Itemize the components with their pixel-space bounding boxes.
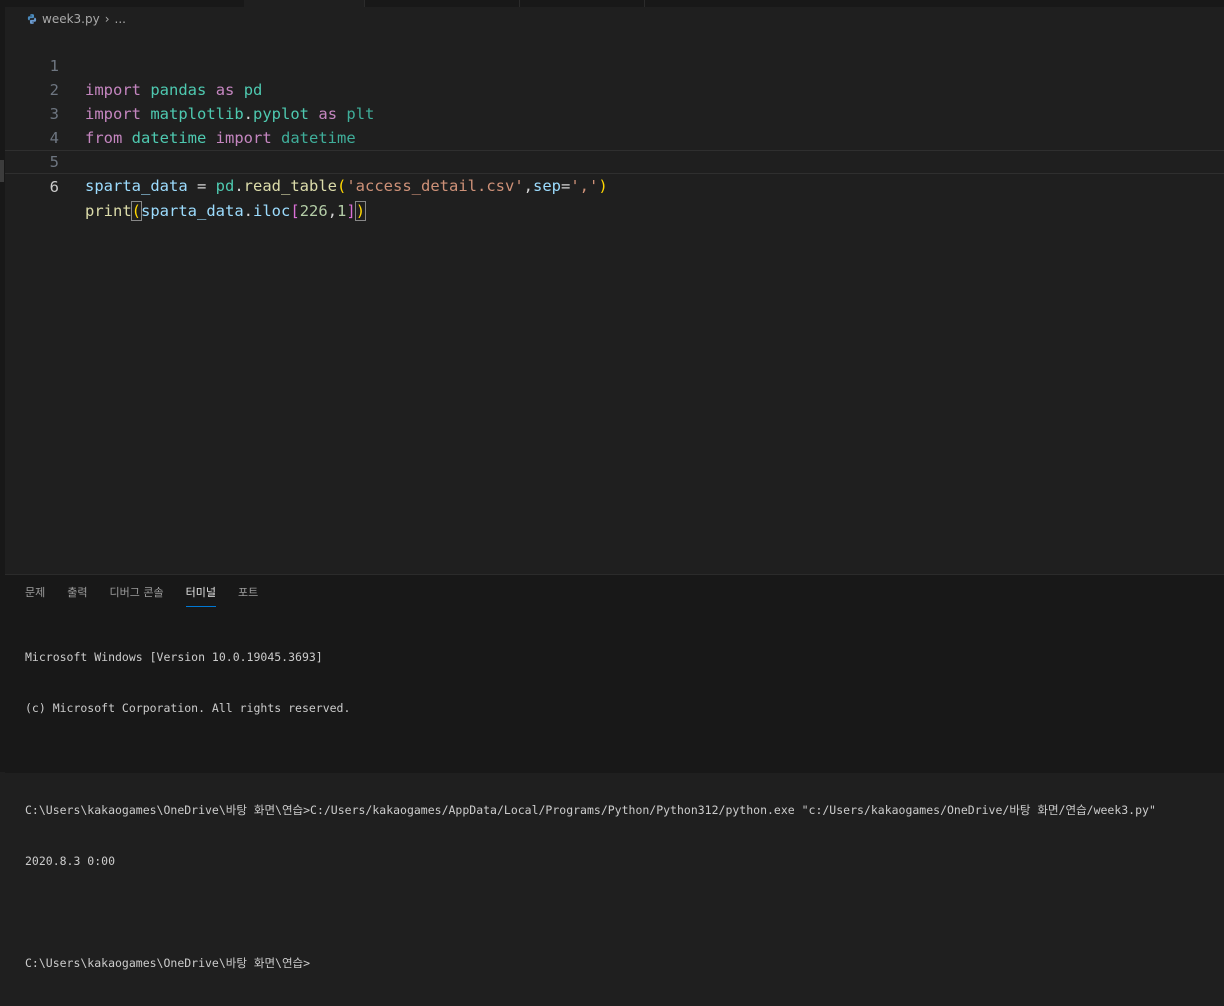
terminal-line: Microsoft Windows [Version 10.0.19045.36… bbox=[25, 650, 323, 664]
token: 'access_detail.csv' bbox=[346, 177, 524, 195]
terminal-line: 2020.8.3 0:00 bbox=[25, 854, 116, 868]
editor-tab-strip bbox=[0, 0, 1224, 7]
bottom-panel: 문제 출력 디버그 콘솔 터미널 포트 Microsoft Windows [V… bbox=[5, 574, 1224, 970]
token: sparta_data bbox=[141, 202, 244, 220]
token: ',' bbox=[570, 177, 599, 195]
code-line[interactable]: 3 from datetime import datetime bbox=[5, 78, 1224, 147]
bracket-match: ( bbox=[130, 201, 143, 221]
token: . bbox=[243, 202, 254, 220]
code-line[interactable]: 4 bbox=[5, 102, 1224, 147]
token: [ bbox=[290, 202, 300, 220]
terminal[interactable]: Microsoft Windows [Version 10.0.19045.36… bbox=[25, 615, 1220, 1006]
editor-tab[interactable] bbox=[0, 0, 245, 7]
token: ] bbox=[346, 202, 356, 220]
token: , bbox=[523, 177, 533, 195]
code-line[interactable]: 1 import pandas as pd bbox=[5, 30, 1224, 99]
token: sep bbox=[533, 177, 561, 195]
token: 226 bbox=[299, 202, 328, 220]
token: ( bbox=[337, 177, 347, 195]
panel-tabs: 문제 출력 디버그 콘솔 터미널 포트 bbox=[25, 583, 269, 607]
token: = bbox=[561, 177, 571, 195]
editor-tab-active[interactable] bbox=[244, 0, 365, 7]
token: print bbox=[85, 202, 132, 220]
line-code: sparta_data = pd.read_table('access_deta… bbox=[85, 174, 608, 198]
editor-tab[interactable] bbox=[364, 0, 520, 7]
code-line[interactable]: 2 import matplotlib.pyplot as plt bbox=[5, 54, 1224, 123]
terminal-line: (c) Microsoft Corporation. All rights re… bbox=[25, 701, 351, 715]
token: pd bbox=[215, 177, 235, 195]
tab-output[interactable]: 출력 bbox=[56, 583, 98, 607]
breadcrumb: week3.py › ... bbox=[26, 10, 126, 28]
code-line-active[interactable]: 6 print(sparta_data.iloc[226,1]) bbox=[5, 150, 1224, 221]
tab-problems[interactable]: 문제 bbox=[25, 583, 56, 607]
terminal-prompt[interactable]: C:\Users\kakaogames\OneDrive\바탕 화면\연습> bbox=[25, 955, 1220, 972]
chevron-right-icon: › bbox=[104, 12, 110, 26]
scroll-marker bbox=[0, 160, 4, 182]
bracket-match: ) bbox=[354, 201, 367, 221]
token: , bbox=[327, 202, 338, 220]
code-editor[interactable]: 1 import pandas as pd 2 import matplotli… bbox=[5, 30, 1224, 574]
code-line[interactable]: 5 sparta_data = pd.read_table('access_de… bbox=[5, 126, 1224, 195]
token: . bbox=[234, 177, 244, 195]
line-number: 6 bbox=[49, 178, 59, 196]
editor-tab[interactable] bbox=[519, 0, 645, 7]
token: 1 bbox=[337, 202, 347, 220]
tab-ports[interactable]: 포트 bbox=[227, 583, 269, 607]
line-code: print(sparta_data.iloc[226,1]) bbox=[85, 199, 367, 223]
python-icon bbox=[27, 14, 37, 24]
tab-terminal[interactable]: 터미널 bbox=[175, 583, 227, 607]
token: iloc bbox=[253, 202, 291, 220]
terminal-line: C:\Users\kakaogames\OneDrive\바탕 화면\연습>C:… bbox=[25, 803, 1156, 817]
token: read_table bbox=[243, 177, 337, 195]
breadcrumb-file[interactable]: week3.py bbox=[42, 12, 100, 26]
breadcrumb-more[interactable]: ... bbox=[115, 12, 126, 26]
token: sparta_data bbox=[85, 177, 188, 195]
token: = bbox=[187, 177, 216, 195]
token: ) bbox=[598, 177, 608, 195]
tab-debug-console[interactable]: 디버그 콘솔 bbox=[99, 583, 175, 607]
